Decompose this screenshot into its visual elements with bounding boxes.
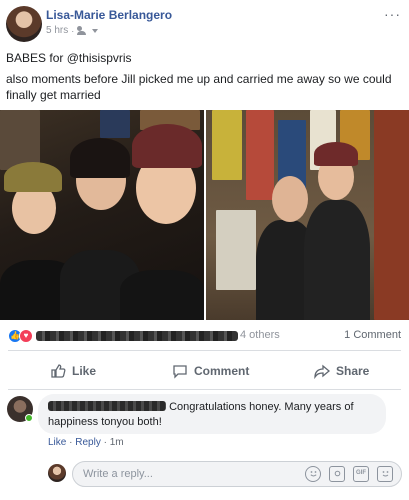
- post-meta: 5 hrs ·: [46, 25, 99, 36]
- photo-grid: [0, 110, 409, 320]
- comment-icon: [173, 365, 187, 379]
- comment-count[interactable]: 1 Comment: [344, 329, 401, 341]
- share-label: Share: [336, 364, 370, 378]
- more-options-icon[interactable]: ···: [384, 6, 401, 22]
- reactions-summary: 👍 ♥ 4 others 1 Comment: [0, 326, 409, 346]
- meta-separator: ·: [71, 25, 75, 36]
- sticker-icon[interactable]: [377, 466, 393, 482]
- divider: [8, 350, 401, 351]
- reaction-icons[interactable]: 👍 ♥: [8, 329, 36, 343]
- share-icon: [314, 364, 330, 379]
- chevron-down-icon[interactable]: [92, 28, 99, 33]
- emoji-icon[interactable]: [305, 466, 321, 482]
- comment-button[interactable]: Comment: [172, 356, 249, 386]
- gif-icon[interactable]: GIF: [353, 466, 369, 482]
- like-button[interactable]: Like: [50, 356, 96, 386]
- action-row: Like Comment Share: [0, 356, 409, 386]
- comment-label: Comment: [194, 364, 250, 378]
- current-user-avatar: [48, 464, 66, 482]
- author-avatar[interactable]: [6, 6, 42, 42]
- friends-icon[interactable]: [77, 26, 88, 35]
- divider: [8, 389, 401, 390]
- reply-icons: GIF: [305, 466, 393, 482]
- reactors-others[interactable]: 4 others: [240, 329, 280, 341]
- photo-selfie[interactable]: [0, 110, 204, 320]
- post-header: Lisa-Marie Berlangero 5 hrs · ···: [0, 0, 409, 44]
- reply-row: GIF: [0, 459, 409, 489]
- post-line: also moments before Jill picked me up an…: [6, 72, 392, 102]
- comment-reply-link[interactable]: Reply: [75, 437, 101, 448]
- camera-icon[interactable]: [329, 466, 345, 482]
- love-icon: ♥: [19, 329, 33, 343]
- comment-bubble: Congratulations honey. Many years of hap…: [38, 394, 386, 434]
- commenter-name-redacted[interactable]: [48, 401, 166, 411]
- thumbs-up-icon: [51, 364, 66, 378]
- share-button[interactable]: Share: [314, 356, 369, 386]
- online-status-icon: [25, 414, 33, 422]
- author-name[interactable]: Lisa-Marie Berlangero: [46, 8, 172, 22]
- comment-separator: ·: [103, 437, 107, 448]
- post-line: BABES for @thisispvris: [6, 51, 132, 65]
- like-label: Like: [72, 364, 97, 378]
- reactors-redacted: [36, 331, 238, 341]
- post-text: BABES for @thisispvris also moments befo…: [6, 50, 403, 108]
- comment-actions: Like · Reply · 1m: [48, 437, 124, 448]
- reply-box[interactable]: GIF: [72, 461, 402, 487]
- comment-time[interactable]: 1m: [110, 437, 124, 448]
- comment-separator: ·: [69, 437, 73, 448]
- comment-like-link[interactable]: Like: [48, 437, 66, 448]
- post-time[interactable]: 5 hrs: [46, 25, 68, 36]
- reply-input[interactable]: [83, 462, 283, 486]
- photo-hug[interactable]: [206, 110, 409, 320]
